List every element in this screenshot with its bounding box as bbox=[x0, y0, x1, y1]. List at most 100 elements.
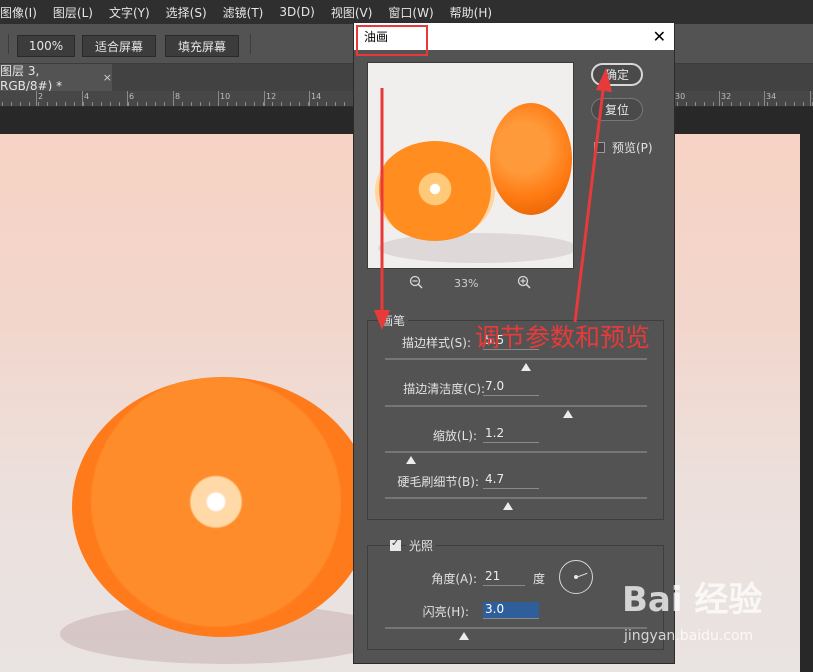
scale-track[interactable] bbox=[385, 451, 647, 453]
ruler-minor-tick bbox=[20, 102, 21, 106]
ruler-label: 10 bbox=[220, 92, 231, 101]
fit-screen-button[interactable]: 适合屏幕 bbox=[82, 35, 156, 57]
zoom-value: 33% bbox=[454, 277, 479, 290]
close-icon[interactable]: ✕ bbox=[653, 27, 666, 46]
angle-field[interactable]: 21 bbox=[483, 569, 525, 586]
ruler-minor-tick bbox=[209, 102, 210, 106]
ruler-minor-tick bbox=[254, 102, 255, 106]
divider bbox=[8, 34, 9, 54]
ruler-minor-tick bbox=[128, 102, 129, 106]
ruler-minor-tick bbox=[290, 102, 291, 106]
stylization-label: 描边样式(S): bbox=[401, 336, 471, 350]
scale-slider-thumb[interactable] bbox=[406, 456, 417, 464]
zoom-in-icon[interactable] bbox=[517, 275, 531, 289]
ruler-minor-tick bbox=[110, 102, 111, 106]
menu-image[interactable]: 图像(I) bbox=[0, 4, 45, 21]
menu-layer[interactable]: 图层(L) bbox=[45, 4, 101, 21]
ruler-minor-tick bbox=[722, 102, 723, 106]
cleanliness-slider-thumb[interactable] bbox=[563, 410, 574, 418]
stylization-slider-thumb[interactable] bbox=[521, 363, 532, 371]
ruler-minor-tick bbox=[776, 102, 777, 106]
bristle-detail-field[interactable]: 4.7 bbox=[483, 472, 539, 489]
ruler-label: 6 bbox=[129, 92, 135, 101]
preview-checkbox[interactable] bbox=[594, 142, 605, 153]
ruler-minor-tick bbox=[326, 102, 327, 106]
menu-3d[interactable]: 3D(D) bbox=[271, 5, 322, 19]
ruler-minor-tick bbox=[29, 102, 30, 106]
close-icon[interactable]: × bbox=[103, 71, 112, 84]
ruler-minor-tick bbox=[218, 102, 219, 106]
menu-type[interactable]: 文字(Y) bbox=[101, 4, 158, 21]
divider bbox=[250, 34, 251, 54]
bristle-detail-slider-thumb[interactable] bbox=[503, 502, 514, 510]
bristle-detail-track[interactable] bbox=[385, 497, 647, 499]
ruler-minor-tick bbox=[101, 102, 102, 106]
zoom-100-button[interactable]: 100% bbox=[17, 35, 75, 57]
ruler-minor-tick bbox=[299, 102, 300, 106]
ruler-minor-tick bbox=[65, 102, 66, 106]
ruler-major-tick bbox=[36, 91, 37, 106]
ruler-minor-tick bbox=[704, 102, 705, 106]
ruler-major-tick bbox=[309, 91, 310, 106]
preview-shadow bbox=[378, 233, 573, 263]
ruler-major-tick bbox=[264, 91, 265, 106]
ruler-major-tick bbox=[810, 91, 811, 106]
preview-zoom-controls: 33% bbox=[367, 275, 574, 293]
watermark-url: jingyan.baidu.com bbox=[624, 628, 754, 644]
lighting-checkbox[interactable] bbox=[390, 538, 401, 551]
lighting-group: 光照 角度(A): 21 度 闪亮(H): 3.0 bbox=[367, 537, 664, 650]
menu-select[interactable]: 选择(S) bbox=[158, 4, 215, 21]
shine-track[interactable] bbox=[385, 627, 647, 629]
ruler-minor-tick bbox=[767, 102, 768, 106]
preview-orange-whole bbox=[490, 103, 572, 215]
cleanliness-field[interactable]: 7.0 bbox=[483, 379, 539, 396]
scale-label: 缩放(L): bbox=[432, 429, 477, 443]
ruler-minor-tick bbox=[227, 102, 228, 106]
ruler-minor-tick bbox=[308, 102, 309, 106]
reset-button[interactable]: 复位 bbox=[591, 98, 643, 121]
ok-button[interactable]: 确定 bbox=[591, 63, 643, 86]
ruler-minor-tick bbox=[785, 102, 786, 106]
watermark-brand: Bai 经验 bbox=[622, 580, 763, 620]
document-tab[interactable]: 图层 3, RGB/8#) * × bbox=[0, 64, 112, 93]
ruler-label: 2 bbox=[38, 92, 44, 101]
ruler-minor-tick bbox=[731, 102, 732, 106]
ruler-label: 32 bbox=[721, 92, 732, 101]
ruler-major-tick bbox=[719, 91, 720, 106]
angle-dial[interactable] bbox=[559, 560, 593, 594]
ruler-minor-tick bbox=[281, 102, 282, 106]
filter-preview[interactable] bbox=[367, 62, 574, 269]
ruler-minor-tick bbox=[74, 102, 75, 106]
zoom-out-icon[interactable] bbox=[409, 275, 423, 289]
ruler-label: 12 bbox=[266, 92, 277, 101]
scale-field[interactable]: 1.2 bbox=[483, 426, 539, 443]
ruler-label: 8 bbox=[175, 92, 181, 101]
ruler-minor-tick bbox=[245, 102, 246, 106]
baidu-watermark: Bai 经验 jingyan.baidu.com bbox=[622, 572, 802, 667]
shine-slider-thumb[interactable] bbox=[458, 632, 469, 640]
fill-screen-button[interactable]: 填充屏幕 bbox=[165, 35, 239, 57]
menu-view[interactable]: 视图(V) bbox=[323, 4, 381, 21]
ruler-minor-tick bbox=[803, 102, 804, 106]
title-highlight-box bbox=[356, 25, 428, 56]
ruler-minor-tick bbox=[2, 102, 3, 106]
ruler-minor-tick bbox=[686, 102, 687, 106]
shine-label: 闪亮(H): bbox=[422, 605, 469, 619]
ruler-minor-tick bbox=[137, 102, 138, 106]
menu-window[interactable]: 窗口(W) bbox=[380, 4, 441, 21]
ruler-minor-tick bbox=[47, 102, 48, 106]
ruler-major-tick bbox=[764, 91, 765, 106]
ruler-minor-tick bbox=[758, 102, 759, 106]
ruler-minor-tick bbox=[713, 102, 714, 106]
angle-label: 角度(A): bbox=[431, 572, 477, 586]
document-tab-title: 图层 3, RGB/8#) * bbox=[0, 64, 63, 93]
ruler-minor-tick bbox=[182, 102, 183, 106]
menu-help[interactable]: 帮助(H) bbox=[442, 4, 500, 21]
ruler-label: 34 bbox=[766, 92, 777, 101]
stylization-track[interactable] bbox=[385, 358, 647, 360]
ruler-minor-tick bbox=[317, 102, 318, 106]
ruler-minor-tick bbox=[749, 102, 750, 106]
shine-field[interactable]: 3.0 bbox=[483, 602, 539, 619]
cleanliness-track[interactable] bbox=[385, 405, 647, 407]
menu-filter[interactable]: 滤镜(T) bbox=[215, 4, 272, 21]
